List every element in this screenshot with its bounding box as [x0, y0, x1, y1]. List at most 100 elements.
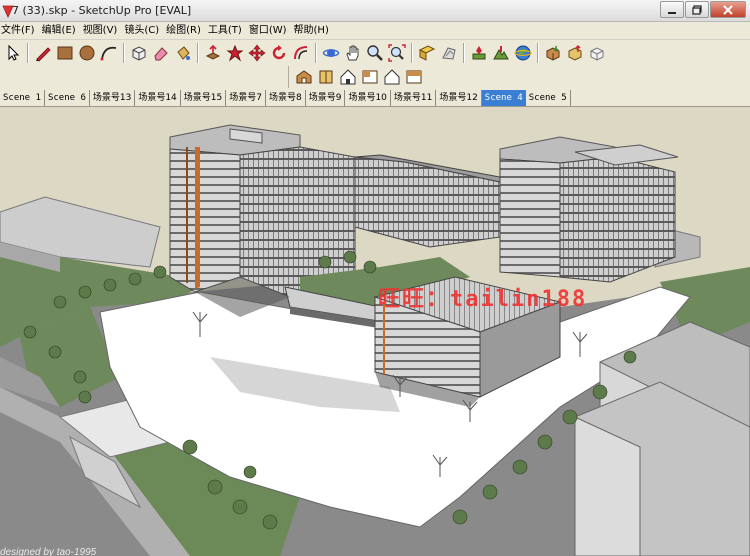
- scene-tab[interactable]: Scene 6: [45, 90, 90, 106]
- orbit-icon: [322, 49, 340, 57]
- component-share-icon: [590, 47, 604, 61]
- circle-tool-button[interactable]: [76, 42, 98, 64]
- offset-tool-button[interactable]: [290, 42, 312, 64]
- menu-help[interactable]: 帮助(H): [293, 22, 335, 39]
- menu-edit[interactable]: 编辑(E): [41, 22, 82, 39]
- select-tool-button[interactable]: [2, 42, 24, 64]
- arc-tool-button[interactable]: [98, 42, 120, 64]
- walk-tool-button[interactable]: [438, 42, 460, 64]
- scene-tab-active[interactable]: Scene 4: [481, 90, 526, 106]
- rotate-tool-button[interactable]: [268, 42, 290, 64]
- menu-bar: 文件(F) 编辑(E) 视图(V) 镜头(C) 绘图(R) 工具(T) 窗口(W…: [0, 22, 750, 39]
- section-plane-button[interactable]: [416, 42, 438, 64]
- pencil-line-icon: [36, 47, 51, 62]
- window-title: 7 (33).skp - SketchUp Pro [EVAL]: [12, 4, 192, 17]
- arc-icon: [100, 46, 117, 61]
- circle-icon: [79, 45, 95, 61]
- follow-me-icon: [226, 44, 244, 62]
- scene-tab[interactable]: 场景号12: [436, 90, 482, 106]
- maximize-button[interactable]: [685, 1, 709, 18]
- rotate-icon: [272, 45, 286, 60]
- share-component-button[interactable]: [586, 42, 608, 64]
- get-models-button[interactable]: [542, 42, 564, 64]
- eraser-icon: [154, 47, 168, 61]
- offset-icon: [294, 46, 308, 60]
- window-controls: [660, 1, 746, 18]
- model-viewport[interactable]: 旺旺：tailin188 designed by tao-1995: [0, 107, 750, 556]
- zoom-extents-icon: [388, 44, 406, 62]
- follow-me-button[interactable]: [224, 42, 246, 64]
- scene-tab[interactable]: 场景号13: [90, 90, 136, 106]
- preview-google-earth-button[interactable]: [512, 42, 534, 64]
- close-icon: [723, 4, 733, 15]
- get-models-icon: [546, 46, 560, 61]
- left-view-button[interactable]: [403, 66, 425, 88]
- back-view-button[interactable]: [381, 66, 403, 88]
- line-tool-button[interactable]: [32, 42, 54, 64]
- front-view-button[interactable]: [337, 66, 359, 88]
- menu-draw[interactable]: 绘图(R): [165, 22, 207, 39]
- minimize-button[interactable]: [660, 1, 684, 18]
- rectangle-tool-button[interactable]: [54, 42, 76, 64]
- select-arrow-icon: [8, 44, 20, 61]
- toolbar-separator: [27, 43, 29, 63]
- toolbar-separator: [411, 43, 413, 63]
- sketchup-window: 7 (33).skp - SketchUp Pro [EVAL] 文件(F) 编…: [0, 0, 750, 556]
- scene-tab[interactable]: 场景号8: [266, 90, 306, 106]
- back-view-icon: [384, 69, 400, 85]
- section-plane-icon: [418, 45, 436, 61]
- share-model-button[interactable]: [564, 42, 586, 64]
- paint-bucket-icon: [177, 46, 190, 60]
- toolbar-separator: [537, 43, 539, 63]
- add-location-icon: [472, 46, 486, 60]
- orbit-tool-button[interactable]: [320, 42, 342, 64]
- move-icon: [248, 44, 266, 62]
- eraser-tool-button[interactable]: [150, 42, 172, 64]
- views-toolbar: [0, 65, 750, 89]
- top-view-button[interactable]: [315, 66, 337, 88]
- toolbar-separator: [123, 43, 125, 63]
- scene-tab[interactable]: 场景号11: [391, 90, 437, 106]
- scene-tab[interactable]: 场景号9: [306, 90, 346, 106]
- title-bar: 7 (33).skp - SketchUp Pro [EVAL]: [0, 0, 750, 22]
- move-tool-button[interactable]: [246, 42, 268, 64]
- zoom-tool-button[interactable]: [364, 42, 386, 64]
- iso-view-icon: [296, 70, 312, 84]
- paint-bucket-button[interactable]: [172, 42, 194, 64]
- menu-view[interactable]: 视图(V): [82, 22, 124, 39]
- make-component-button[interactable]: [128, 42, 150, 64]
- toggle-terrain-icon: [493, 46, 509, 60]
- right-view-button[interactable]: [359, 66, 381, 88]
- scene-tab[interactable]: Scene 5: [526, 90, 571, 106]
- share-model-icon: [568, 44, 582, 61]
- scene-tab[interactable]: 场景号10: [345, 90, 391, 106]
- toggle-terrain-button[interactable]: [490, 42, 512, 64]
- scene-tab[interactable]: 场景号14: [135, 90, 181, 106]
- close-button[interactable]: [710, 1, 746, 18]
- push-pull-button[interactable]: [202, 42, 224, 64]
- toolbar-separator: [463, 43, 465, 63]
- menu-window[interactable]: 窗口(W): [248, 22, 293, 39]
- designer-credit: designed by tao-1995: [0, 547, 97, 556]
- toolbar-separator: [315, 43, 317, 63]
- scene-tab[interactable]: 场景号7: [226, 90, 266, 106]
- minimize-icon: [668, 11, 676, 14]
- scene-tab[interactable]: 场景号15: [181, 90, 227, 106]
- zoom-extents-button[interactable]: [386, 42, 408, 64]
- pan-tool-button[interactable]: [342, 42, 364, 64]
- walk-icon: [442, 47, 456, 60]
- add-location-button[interactable]: [468, 42, 490, 64]
- google-earth-icon: [514, 45, 532, 61]
- push-pull-icon: [205, 44, 221, 60]
- scene-tab[interactable]: Scene 1: [0, 90, 45, 106]
- pan-hand-icon: [346, 45, 359, 61]
- menu-tools[interactable]: 工具(T): [207, 22, 248, 39]
- main-toolbar: [0, 40, 750, 66]
- menu-camera[interactable]: 镜头(C): [123, 22, 165, 39]
- right-view-icon: [362, 70, 378, 84]
- toolbar-separator: [197, 43, 199, 63]
- views-toolbar-group: [288, 66, 425, 88]
- menu-file[interactable]: 文件(F): [0, 22, 41, 39]
- rectangle-icon: [57, 46, 73, 60]
- iso-view-button[interactable]: [293, 66, 315, 88]
